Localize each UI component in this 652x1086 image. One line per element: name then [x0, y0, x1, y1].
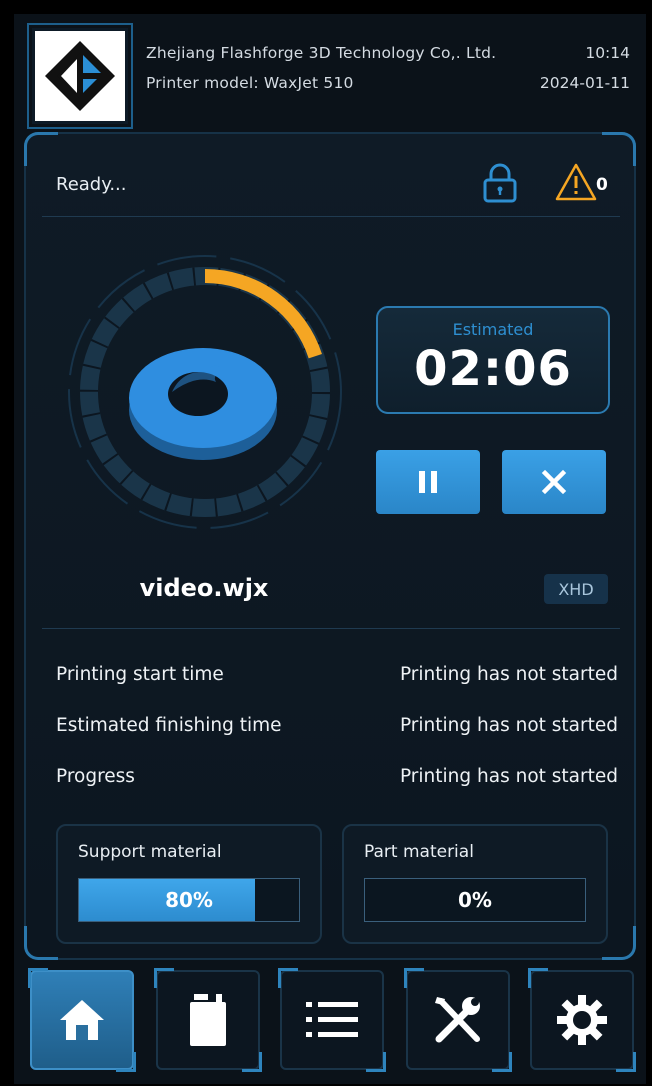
support-material-bar: 80% — [78, 878, 300, 922]
part-material-percent: 0% — [458, 888, 492, 912]
close-icon — [541, 469, 567, 495]
lock-icon[interactable] — [480, 162, 520, 208]
part-material-card: Part material 0% — [342, 824, 608, 944]
divider — [42, 628, 620, 629]
info-row-progress: Progress Printing has not started — [56, 766, 618, 792]
progress-ring — [60, 252, 370, 546]
list-icon — [306, 1002, 358, 1037]
clock-time: 10:14 — [585, 44, 630, 62]
printer-status: Ready... — [56, 174, 127, 195]
gear-icon — [557, 995, 607, 1045]
support-material-card: Support material 80% — [56, 824, 322, 944]
info-row-finish: Estimated finishing time Printing has no… — [56, 715, 618, 741]
status-panel: Ready... 0 Estimated 02:06 video.wjx XHD… — [24, 132, 636, 960]
company-name: Zhejiang Flashforge 3D Technology Co,. L… — [146, 44, 497, 62]
nav-home-button[interactable] — [28, 968, 136, 1072]
file-name: video.wjx — [139, 574, 269, 602]
nav-materials-button[interactable] — [154, 968, 262, 1072]
info-value: Printing has not started — [399, 766, 618, 787]
home-icon — [60, 1000, 104, 1040]
support-material-percent: 80% — [165, 888, 213, 912]
printer-model: Printer model: WaxJet 510 — [146, 74, 354, 92]
estimated-label: Estimated — [452, 320, 534, 339]
flashforge-logo — [27, 23, 133, 129]
part-material-bar: 0% — [364, 878, 586, 922]
quality-badge: XHD — [544, 574, 608, 604]
tools-icon — [435, 997, 480, 1043]
info-value: Printing has not started — [399, 664, 618, 685]
info-row-start: Printing start time Printing has not sta… — [56, 664, 618, 690]
info-label: Progress — [56, 766, 135, 787]
info-value: Printing has not started — [399, 715, 618, 736]
info-label: Printing start time — [56, 664, 224, 685]
estimated-time: 02:06 — [414, 341, 572, 397]
nav-tools-button[interactable] — [404, 968, 512, 1072]
progress-arc — [204, 269, 322, 359]
warning-icon[interactable] — [554, 162, 598, 206]
nav-settings-button[interactable] — [528, 968, 636, 1072]
warning-count: 0 — [596, 175, 608, 195]
cartridge-icon — [190, 994, 226, 1046]
cancel-button[interactable] — [502, 450, 606, 514]
clock-date: 2024-01-11 — [539, 74, 630, 92]
info-label: Estimated finishing time — [56, 715, 282, 736]
support-material-label: Support material — [78, 842, 222, 862]
part-material-label: Part material — [364, 842, 474, 862]
pause-button[interactable] — [376, 450, 480, 514]
divider — [42, 216, 620, 217]
pause-icon — [419, 471, 437, 493]
estimated-time-box: Estimated 02:06 — [376, 306, 610, 414]
printer-screen: Zhejiang Flashforge 3D Technology Co,. L… — [14, 14, 646, 1084]
nav-files-button[interactable] — [278, 968, 386, 1072]
